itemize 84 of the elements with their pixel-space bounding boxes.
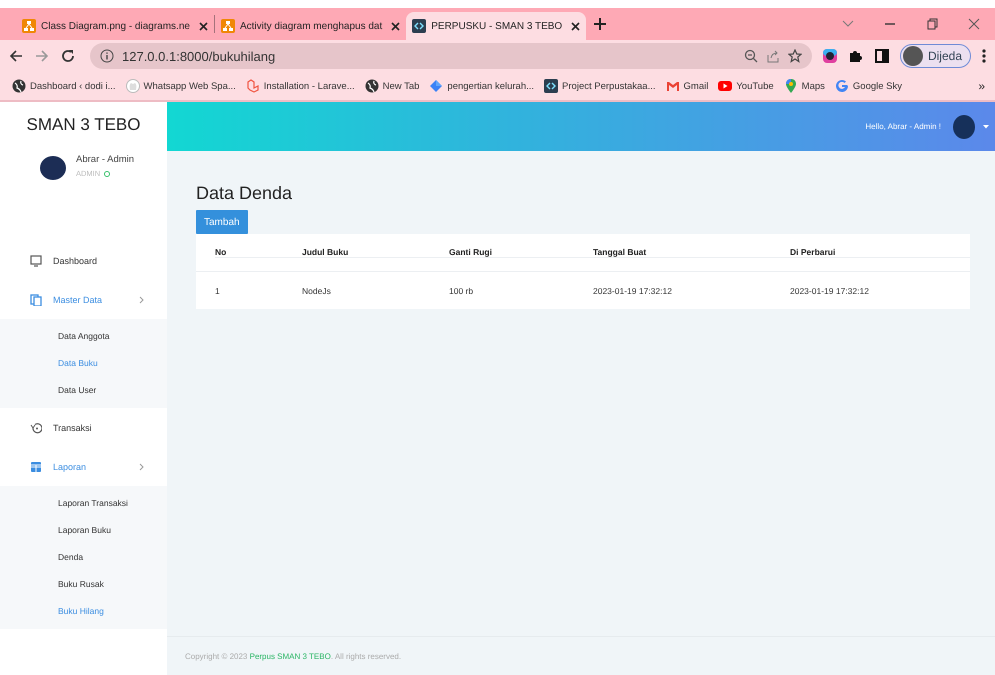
tab-title: PERPUSKU - SMAN 3 TEBO: [431, 20, 564, 32]
close-icon: [198, 22, 208, 30]
browser-tab[interactable]: Activity diagram menghapus dat: [214, 12, 406, 40]
bookmark[interactable]: Installation - Larave...: [246, 79, 355, 93]
copyright-text: Copyright © 2023: [185, 652, 248, 660]
table-cell-text: 2023-01-19 17:32:12: [593, 286, 673, 296]
history-icon: [30, 422, 42, 434]
submenu-item[interactable]: Laporan Transaksi: [0, 490, 167, 517]
app-icon: [544, 79, 558, 93]
table-cell-text: NodeJs: [302, 286, 332, 296]
avatar-icon[interactable]: [953, 114, 975, 138]
close-tab-button[interactable]: [198, 22, 208, 30]
copyright-text: . All rights reserved.: [330, 652, 402, 660]
profile-button[interactable]: Dijeda: [900, 44, 971, 68]
new-tab-button[interactable]: [594, 18, 606, 30]
bookmark[interactable]: Whatsapp Web Spa...: [126, 79, 236, 93]
close-icon: [391, 22, 400, 30]
more-vertical-icon[interactable]: [981, 48, 987, 64]
column-header: Judul Buku: [302, 247, 449, 258]
column-header: Ganti Rugi: [449, 247, 593, 258]
submenu-item[interactable]: Denda: [0, 544, 167, 571]
column-header: No: [215, 247, 302, 258]
plus-icon: [594, 18, 606, 30]
column-header: Di Perbarui: [790, 247, 970, 258]
address-bar[interactable]: 127.0.0.1:8000/bukuhilang: [90, 43, 812, 69]
color-ring-icon[interactable]: [822, 48, 838, 64]
column-header: Tanggal Buat: [593, 247, 790, 258]
more-bookmarks[interactable]: »: [978, 79, 985, 93]
tab-title: Activity diagram menghapus dat: [240, 20, 384, 32]
brand-title: SMAN 3 TEBO: [26, 114, 142, 136]
table-cell-text: 100 rb: [449, 286, 474, 296]
back-arrow-icon[interactable]: [8, 48, 24, 64]
menu-item[interactable]: Master Data: [0, 280, 167, 319]
bookmark[interactable]: Project Perpustakaa...: [544, 79, 656, 93]
user-name: Abrar - Admin: [76, 154, 134, 165]
map-pin-icon: [784, 79, 798, 93]
zoom-out-icon[interactable]: [744, 49, 758, 63]
submenu-item[interactable]: Laporan Buku: [0, 517, 167, 544]
mail-icon: [666, 79, 680, 93]
copy-icon: [30, 294, 42, 306]
globe-icon: [364, 79, 379, 93]
menu-item[interactable]: Transaksi: [0, 408, 167, 447]
share-icon[interactable]: [766, 49, 780, 63]
table-cell-text: 1: [215, 286, 221, 296]
bookmark[interactable]: pengertian kelurah...: [429, 79, 534, 93]
bookmark[interactable]: Dashboard ‹ dodi i...: [12, 79, 116, 93]
caret-icon[interactable]: [983, 124, 989, 128]
page-title: Data Denda: [196, 183, 294, 204]
menu-item[interactable]: Laporan: [0, 447, 167, 486]
tab-title: Class Diagram.png - diagrams.ne: [41, 20, 191, 32]
bookmark[interactable]: New Tab: [364, 79, 420, 93]
table-cell-text: 2023-01-19 17:32:12: [790, 286, 870, 296]
submenu-item[interactable]: Data User: [0, 377, 167, 404]
url-text: 127.0.0.1:8000/bukuhilang: [122, 48, 276, 64]
browser-tab[interactable]: Class Diagram.png - diagrams.ne: [16, 12, 214, 40]
info-icon: [100, 49, 114, 63]
avatar-icon: [40, 156, 66, 180]
diagram-icon: [220, 19, 235, 33]
close-tab-button[interactable]: [571, 22, 580, 30]
grid-icon: [30, 460, 42, 472]
app-icon: [412, 19, 426, 33]
close-icon: [571, 22, 580, 30]
bookmark[interactable]: Google Sky: [834, 79, 902, 93]
bookmark[interactable]: Maps: [784, 79, 825, 93]
greeting-text: Hello, Abrar - Admin !: [865, 122, 941, 131]
menu-item[interactable]: Dashboard: [0, 241, 167, 280]
bookmark[interactable]: YouTube: [718, 79, 774, 93]
submenu-item[interactable]: Buku Rusak: [0, 571, 167, 598]
avatar-icon: [902, 46, 923, 66]
diamond-icon: [429, 79, 444, 93]
play-icon: [718, 79, 732, 93]
monitor-icon: [30, 254, 42, 266]
diagram-icon: [22, 19, 36, 33]
bookmark[interactable]: Gmail: [666, 79, 708, 93]
globe-icon: [12, 79, 26, 93]
close-tab-button[interactable]: [391, 22, 400, 30]
chevron-right-icon: [139, 296, 144, 304]
reload-icon[interactable]: [60, 48, 76, 64]
sidebar-icon[interactable]: [874, 48, 890, 64]
star-icon[interactable]: [788, 49, 802, 63]
submenu-item[interactable]: Data Anggota: [0, 323, 167, 350]
chevron-right-icon: [139, 462, 144, 470]
puzzle-icon[interactable]: [848, 48, 864, 64]
browser-tab[interactable]: PERPUSKU - SMAN 3 TEBO: [406, 12, 586, 40]
